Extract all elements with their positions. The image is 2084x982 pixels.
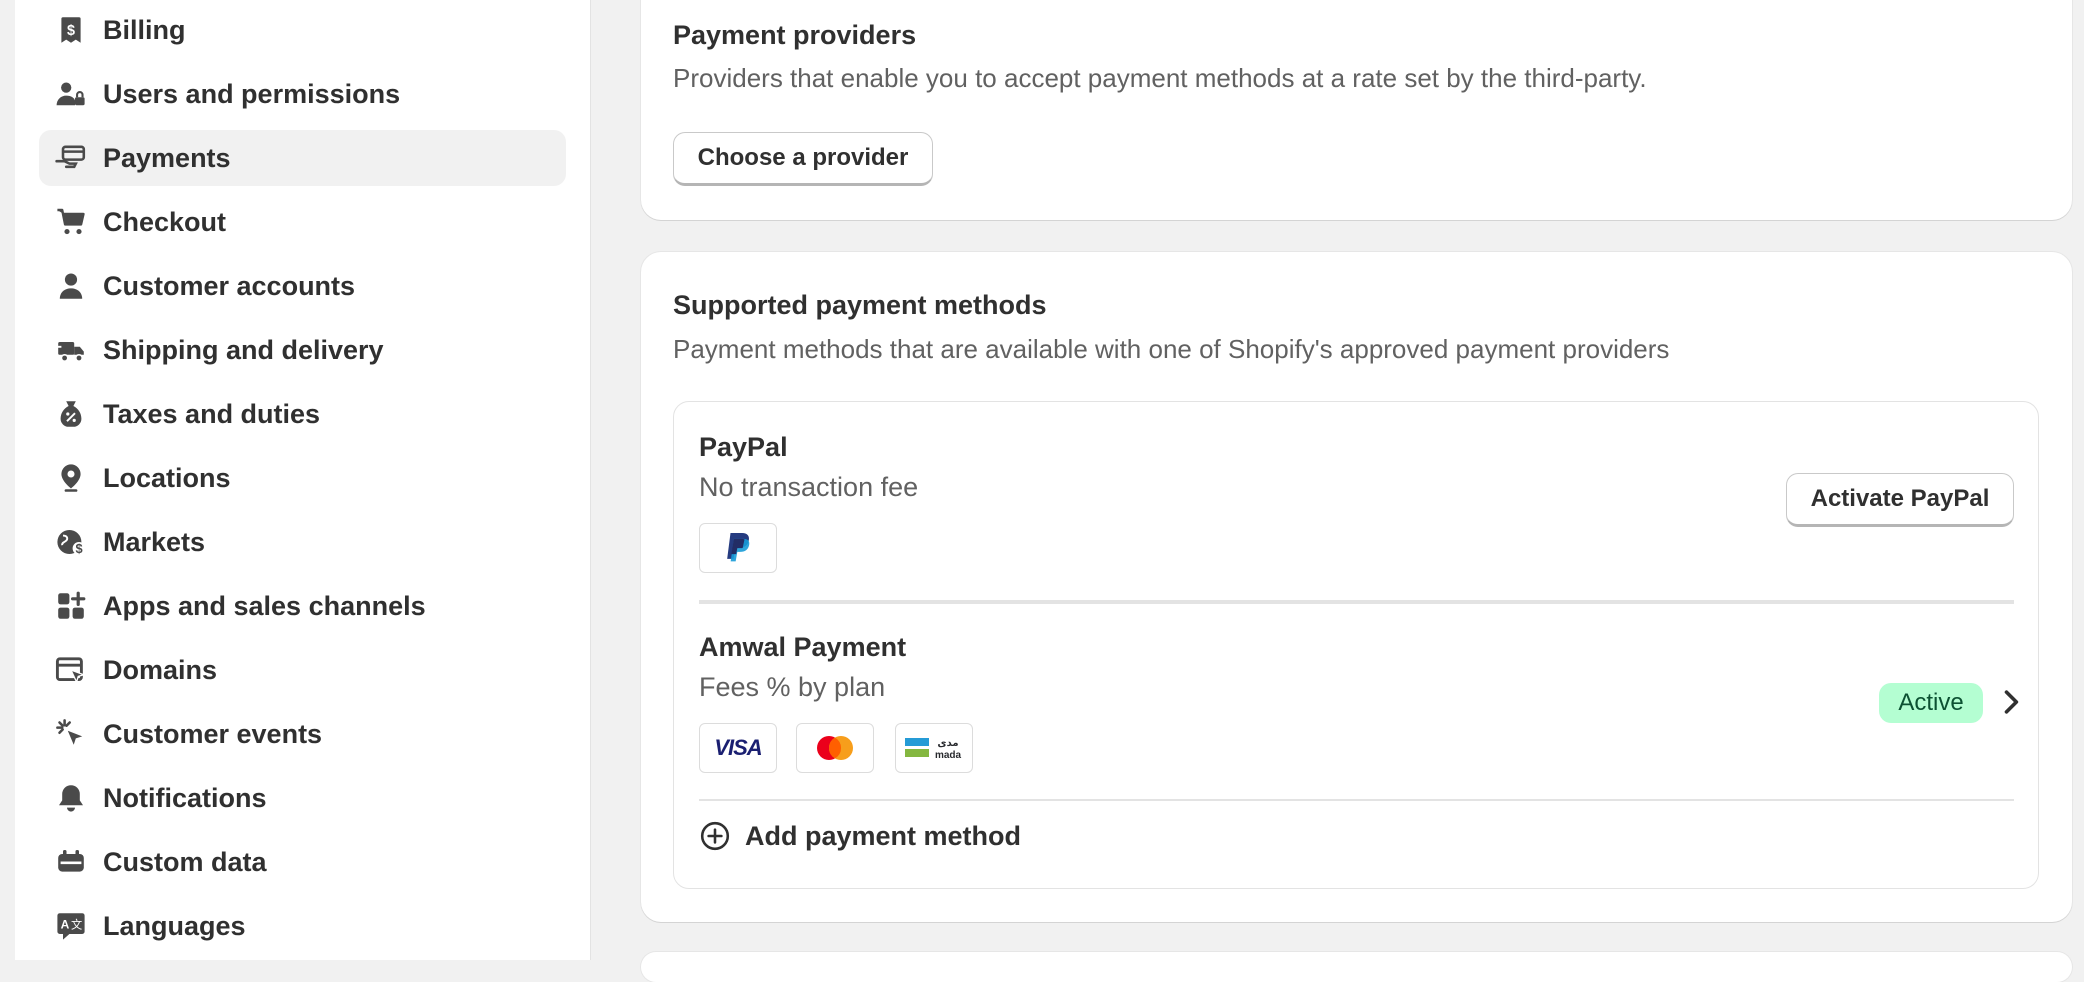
payment-method-name: PayPal <box>699 432 788 462</box>
location-pin-icon <box>53 460 89 496</box>
payment-providers-title: Payment providers <box>673 20 917 50</box>
language-icon: A文 <box>53 908 89 944</box>
sidebar-item-label: Billing <box>103 14 186 45</box>
sidebar-item-label: Custom data <box>103 846 267 877</box>
globe-icon: $ <box>53 524 89 560</box>
svg-text:$: $ <box>67 23 75 39</box>
plus-circle-icon <box>699 820 731 852</box>
sidebar-item-users-and-permissions[interactable]: Users and permissions <box>39 66 566 122</box>
billing-icon: $ <box>53 12 89 48</box>
payment-methods-list: PayPal No transaction fee Activate PayPa… <box>673 401 2039 889</box>
sidebar-item-notifications[interactable]: Notifications <box>39 770 566 826</box>
payments-icon <box>53 140 89 176</box>
bell-icon <box>53 780 89 816</box>
svg-text:mada: mada <box>935 750 962 761</box>
tax-icon <box>53 396 89 432</box>
sidebar-item-locations[interactable]: Locations <box>39 450 566 506</box>
sidebar-item-checkout[interactable]: Checkout <box>39 194 566 250</box>
person-icon <box>53 268 89 304</box>
supported-methods-title: Supported payment methods <box>673 290 1047 320</box>
paypal-logo <box>699 523 777 573</box>
domains-icon <box>53 652 89 688</box>
chevron-right-icon[interactable] <box>1993 684 2029 720</box>
add-payment-method-label: Add payment method <box>745 820 1022 851</box>
users-icon <box>53 76 89 112</box>
svg-text:مدى: مدى <box>937 738 958 749</box>
truck-icon <box>53 332 89 368</box>
settings-sidebar: $ Billing Users and permissions Payments… <box>15 0 591 960</box>
sidebar-item-label: Apps and sales channels <box>103 590 426 621</box>
sidebar-item-label: Domains <box>103 654 218 685</box>
sidebar-item-billing[interactable]: $ Billing <box>39 2 566 58</box>
choose-provider-button[interactable]: Choose a provider <box>673 132 933 186</box>
payment-providers-description: Providers that enable you to accept paym… <box>673 63 1647 93</box>
cart-icon <box>53 204 89 240</box>
cursor-click-icon <box>53 716 89 752</box>
apps-icon <box>53 588 89 624</box>
sidebar-item-label: Taxes and duties <box>103 398 321 429</box>
activate-paypal-button[interactable]: Activate PayPal <box>1786 473 2014 527</box>
sidebar-item-languages[interactable]: A文 Languages <box>39 898 566 954</box>
supported-payment-methods-card: Supported payment methods Payment method… <box>641 252 2072 922</box>
status-badge: Active <box>1879 683 1983 723</box>
section-divider <box>699 600 2014 604</box>
sidebar-item-label: Shipping and delivery <box>103 334 384 365</box>
visa-logo: VISA <box>699 723 777 773</box>
mada-logo: مدى mada <box>895 723 973 773</box>
payment-method-name: Amwal Payment <box>699 632 907 662</box>
custom-data-icon <box>53 844 89 880</box>
sidebar-item-label: Customer events <box>103 718 323 749</box>
add-payment-method-button[interactable]: Add payment method <box>699 812 1021 860</box>
payment-method-fee: No transaction fee <box>699 472 919 502</box>
sidebar-item-shipping-and-delivery[interactable]: Shipping and delivery <box>39 322 566 378</box>
sidebar-item-label: Checkout <box>103 206 227 237</box>
sidebar-item-label: Customer accounts <box>103 270 356 301</box>
mastercard-logo <box>796 723 874 773</box>
sidebar-item-label: Payments <box>103 142 231 173</box>
svg-text:$: $ <box>75 541 82 556</box>
svg-text:文: 文 <box>71 917 82 931</box>
sidebar-item-customer-accounts[interactable]: Customer accounts <box>39 258 566 314</box>
section-divider <box>699 799 2014 801</box>
sidebar-item-label: Markets <box>103 526 206 557</box>
sidebar-item-domains[interactable]: Domains <box>39 642 566 698</box>
sidebar-item-label: Languages <box>103 910 246 941</box>
payment-providers-card: Payment providers Providers that enable … <box>641 0 2072 220</box>
supported-methods-description: Payment methods that are available with … <box>673 334 1670 364</box>
sidebar-item-label: Notifications <box>103 782 267 813</box>
sidebar-item-payments[interactable]: Payments <box>39 130 566 186</box>
sidebar-item-custom-data[interactable]: Custom data <box>39 834 566 890</box>
svg-text:A: A <box>61 917 70 931</box>
sidebar-item-markets[interactable]: $ Markets <box>39 514 566 570</box>
sidebar-item-apps-and-sales-channels[interactable]: Apps and sales channels <box>39 578 566 634</box>
sidebar-item-customer-events[interactable]: Customer events <box>39 706 566 762</box>
sidebar-item-label: Locations <box>103 462 231 493</box>
sidebar-item-label: Users and permissions <box>103 78 401 109</box>
next-settings-card <box>641 952 2072 982</box>
payment-method-fee: Fees % by plan <box>699 672 886 702</box>
sidebar-item-taxes-and-duties[interactable]: Taxes and duties <box>39 386 566 442</box>
